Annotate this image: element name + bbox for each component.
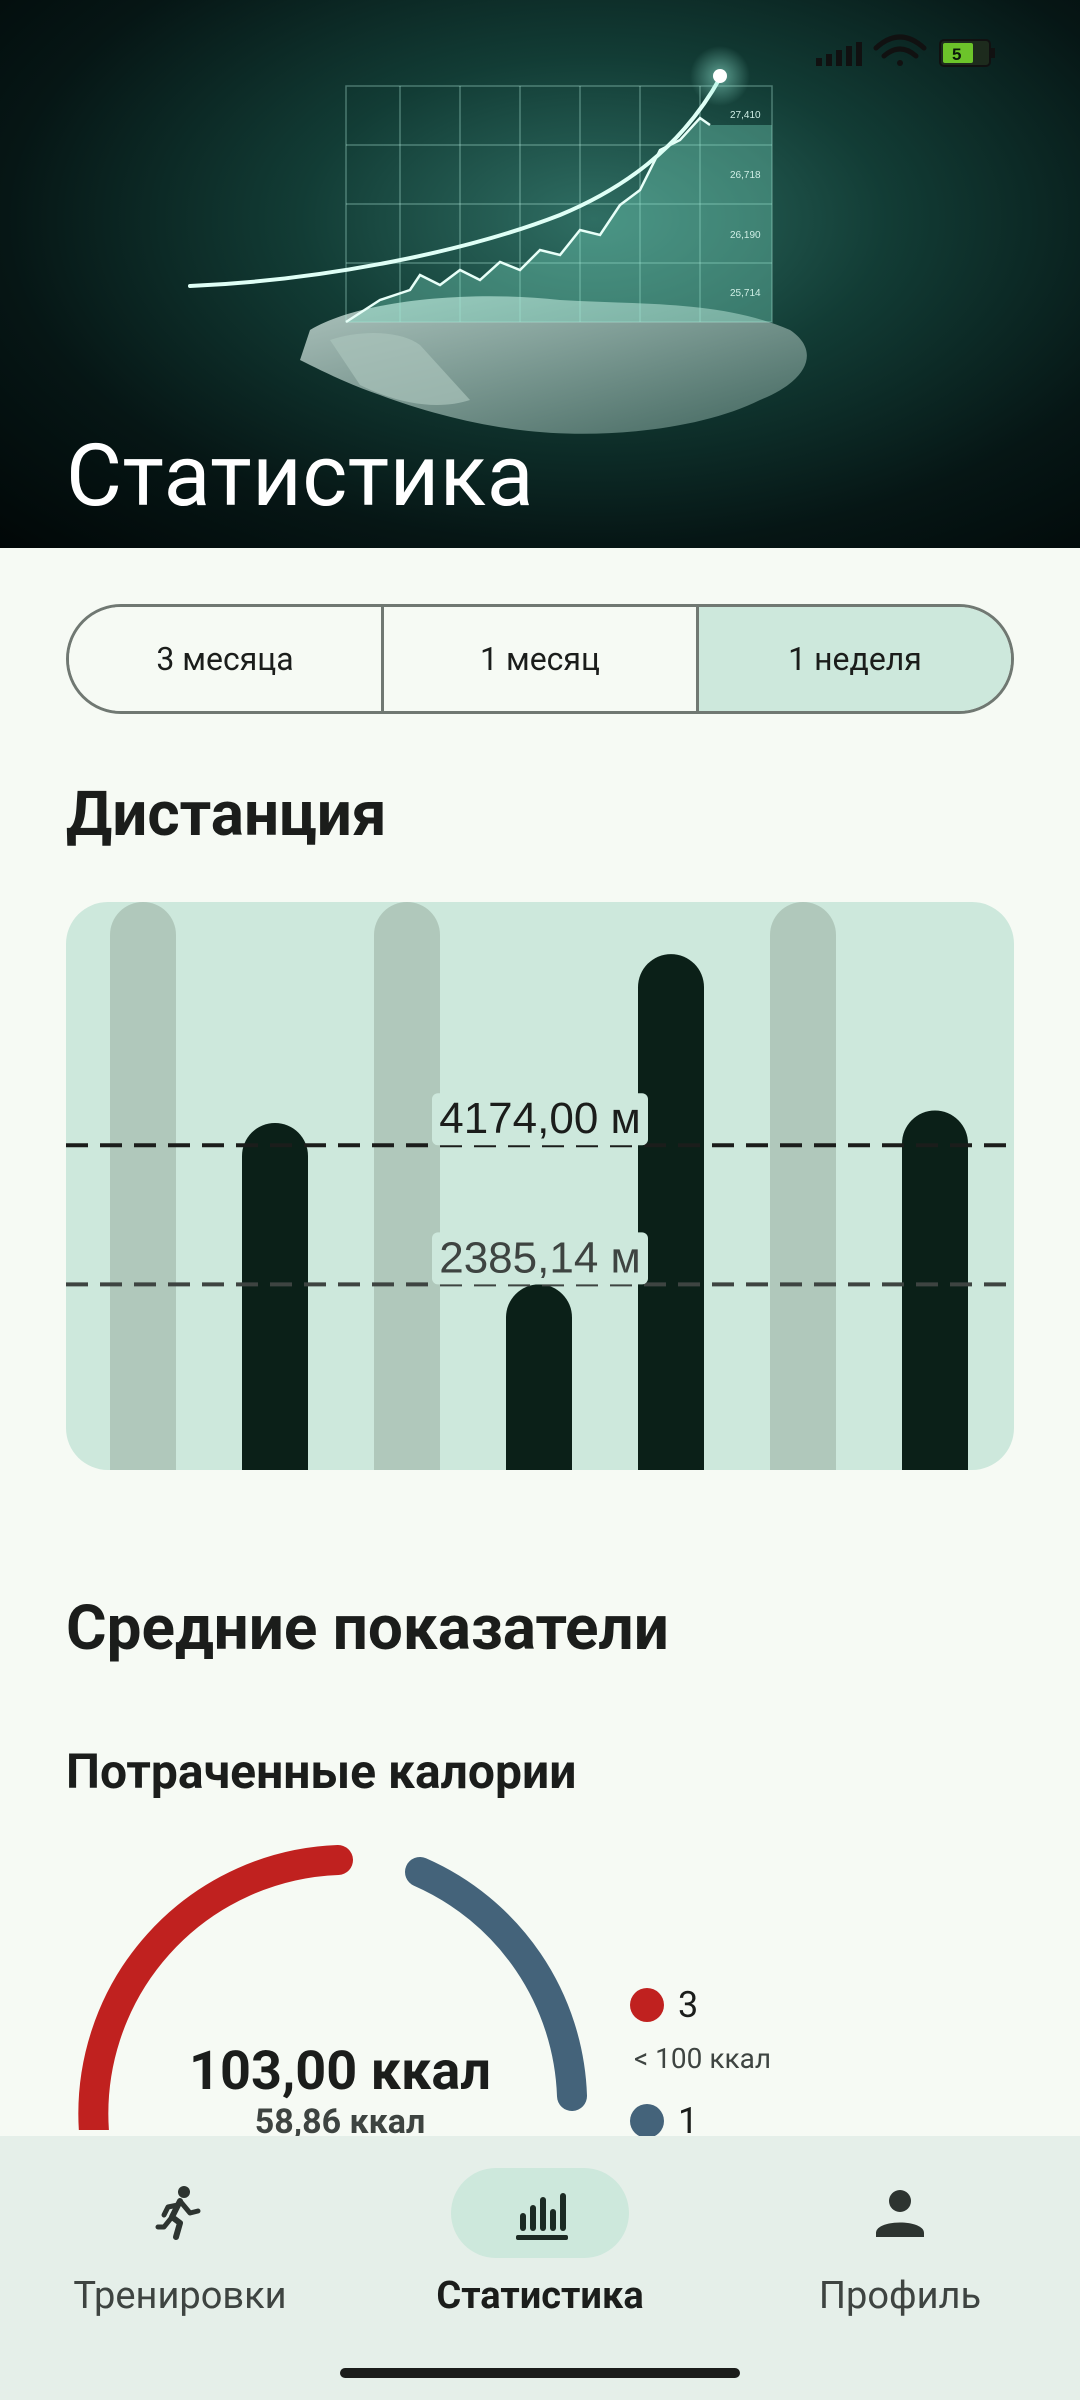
hero-label: 26,718 [730,170,761,181]
nav-item-workouts[interactable]: Тренировки [0,2136,360,2366]
bottom-navigation: Тренировки Статистика Профиль [0,2136,1080,2400]
distance-bar-empty [770,902,836,1470]
distance-chart: 4174,00 м 2385,14 м [66,902,1014,1470]
distance-bar [506,1284,572,1470]
status-bar: 5 [816,34,995,67]
calories-section-title: Потраченные калории [66,1743,577,1800]
period-option-1-week[interactable]: 1 неделя [699,607,1011,711]
legend-dot-blue [630,2104,664,2138]
battery-level: 5 [952,45,961,64]
legend-desc: < 100 ккал [634,2042,772,2075]
averages-section-title: Средние показатели [66,1592,669,1665]
calories-main-value: 103,00 ккал [189,2040,491,2103]
home-indicator[interactable] [340,2368,740,2378]
hero-label: 27,410 [730,110,761,121]
distance-bar [242,1122,308,1470]
nav-item-statistics[interactable]: Статистика [360,2136,720,2366]
header-hero: 27,410 26,718 26,190 25,714 5 Статистика [0,0,1080,548]
bar-chart-icon [516,2193,568,2240]
distance-bar [902,1110,968,1470]
legend-count: 3 [678,1984,699,2026]
page-title: Статистика [66,425,535,526]
nav-label: Тренировки [73,2274,287,2318]
nav-label: Профиль [818,2274,982,2318]
distance-bar-empty [110,902,176,1470]
hero-label: 26,190 [730,230,761,241]
distance-bar-empty [374,902,440,1470]
reference-label: 2385,14 м [439,1233,641,1282]
nav-item-profile[interactable]: Профиль [720,2136,1080,2366]
battery-icon: 5 [939,39,995,67]
nav-label: Статистика [436,2274,644,2318]
period-selector: 3 месяца 1 месяц 1 неделя [66,604,1014,714]
reference-label: 4174,00 м [439,1094,641,1143]
person-icon [876,2190,924,2237]
running-person-icon [155,2186,201,2240]
distance-bar [638,954,704,1470]
distance-section-title: Дистанция [66,778,387,851]
period-option-3-months[interactable]: 3 месяца [69,607,384,711]
hero-label: 25,714 [730,288,761,299]
period-option-1-month[interactable]: 1 месяц [384,607,699,711]
legend-dot-red [630,1988,664,2022]
wifi-icon [873,34,927,66]
distance-chart-svg: 4174,00 м 2385,14 м [66,902,1014,1470]
signal-bars-icon [816,42,862,66]
